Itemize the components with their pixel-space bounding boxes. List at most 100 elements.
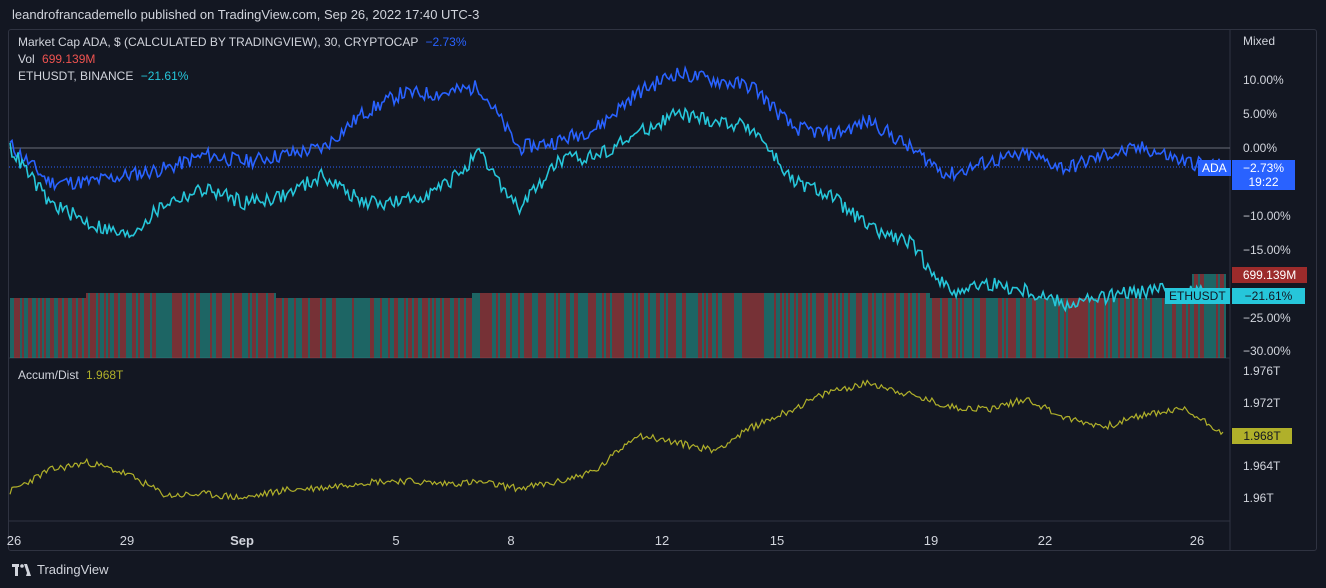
volume-bar — [816, 293, 818, 358]
time-axis-tick: 5 — [392, 533, 400, 548]
volume-bar — [620, 293, 622, 358]
volume-bar — [340, 298, 342, 358]
legend-eth[interactable]: ETHUSDT, BINANCE −21.61% — [18, 69, 188, 83]
accum-axis-tick: 1.96T — [1243, 491, 1274, 505]
volume-bar — [838, 293, 840, 358]
volume-bar — [414, 298, 416, 358]
volume-bar — [446, 298, 448, 358]
footer-brand[interactable]: TradingView — [12, 562, 109, 577]
volume-bar — [1202, 274, 1204, 358]
volume-bar — [768, 293, 770, 358]
volume-bar — [798, 293, 800, 358]
volume-bar — [734, 293, 736, 358]
volume-bar — [348, 298, 350, 358]
volume-bar — [1158, 298, 1160, 358]
volume-bar — [32, 298, 34, 358]
volume-bar — [960, 298, 962, 358]
volume-bar — [1024, 298, 1026, 358]
volume-bar — [852, 293, 854, 358]
volume-bar — [488, 293, 490, 358]
volume-bar — [70, 298, 72, 358]
chart-canvas[interactable] — [0, 0, 1326, 588]
volume-bar — [610, 293, 612, 358]
volume-bar — [226, 293, 228, 358]
volume-bar — [486, 293, 488, 358]
ada-market-cap-line[interactable] — [9, 65, 1224, 192]
volume-bar — [354, 298, 356, 358]
accum-axis-tick: 1.976T — [1243, 364, 1281, 378]
volume-bar — [994, 298, 996, 358]
volume-bar — [106, 293, 108, 358]
volume-bar — [774, 293, 776, 358]
volume-bar — [1116, 298, 1118, 358]
volume-bar — [118, 293, 120, 358]
volume-bar — [690, 293, 692, 358]
legend-main-series[interactable]: Market Cap ADA, $ (CALCULATED BY TRADING… — [18, 35, 467, 49]
volume-bar — [780, 293, 782, 358]
volume-bar — [922, 293, 924, 358]
volume-bar — [1124, 298, 1126, 358]
volume-bar — [1166, 298, 1168, 358]
volume-bar — [38, 298, 40, 358]
volume-bar — [150, 293, 152, 358]
ethusdt-line[interactable] — [9, 106, 1224, 313]
volume-bar — [914, 293, 916, 358]
volume-bar — [504, 293, 506, 358]
volume-bar — [1034, 298, 1036, 358]
volume-bar — [664, 293, 666, 358]
volume-bar — [208, 293, 210, 358]
volume-bar — [624, 293, 626, 358]
volume-bar — [712, 293, 714, 358]
volume-bar — [746, 293, 748, 358]
legend-accum-dist[interactable]: Accum/Dist 1.968T — [18, 368, 123, 382]
volume-bar — [160, 293, 162, 358]
volume-bar — [814, 293, 816, 358]
volume-bar — [98, 293, 100, 358]
volume-bar — [524, 293, 526, 358]
volume-bar — [278, 298, 280, 358]
volume-price-tag: 699.139M — [1232, 267, 1307, 283]
volume-bar — [164, 293, 166, 358]
volume-bar — [176, 293, 178, 358]
volume-bar — [1138, 298, 1140, 358]
volume-bar — [190, 293, 192, 358]
volume-bar — [22, 298, 24, 358]
volume-bar — [674, 293, 676, 358]
volume-bar — [244, 293, 246, 358]
volume-bar — [592, 293, 594, 358]
volume-bar — [246, 293, 248, 358]
volume-bar — [34, 298, 36, 358]
volume-bar — [386, 298, 388, 358]
volume-bar — [56, 298, 58, 358]
volume-bar — [600, 293, 602, 358]
volume-bar — [1026, 298, 1028, 358]
volume-bar — [376, 298, 378, 358]
volume-bar — [178, 293, 180, 358]
volume-bar — [480, 293, 482, 358]
volume-bar — [484, 293, 486, 358]
accum-dist-line[interactable] — [9, 379, 1224, 501]
volume-bar — [676, 293, 678, 358]
volume-bar — [66, 298, 68, 358]
volume-bar — [458, 298, 460, 358]
volume-bar — [1156, 298, 1158, 358]
volume-bar — [522, 293, 524, 358]
volume-bar — [670, 293, 672, 358]
volume-bar — [148, 293, 150, 358]
volume-bar — [186, 293, 188, 358]
volume-bar — [388, 298, 390, 358]
volume-bar — [766, 293, 768, 358]
volume-bar — [966, 298, 968, 358]
volume-bar — [218, 293, 220, 358]
volume-bar — [614, 293, 616, 358]
volume-bar — [956, 298, 958, 358]
volume-bar — [312, 298, 314, 358]
volume-bar — [692, 293, 694, 358]
volume-bar — [778, 293, 780, 358]
volume-bar — [1012, 298, 1014, 358]
legend-volume[interactable]: Vol 699.139M — [18, 52, 95, 66]
accum-price-tag: 1.968T — [1232, 428, 1292, 444]
scale-mode-label[interactable]: Mixed — [1243, 34, 1275, 48]
volume-bar — [416, 298, 418, 358]
volume-bar — [202, 293, 204, 358]
